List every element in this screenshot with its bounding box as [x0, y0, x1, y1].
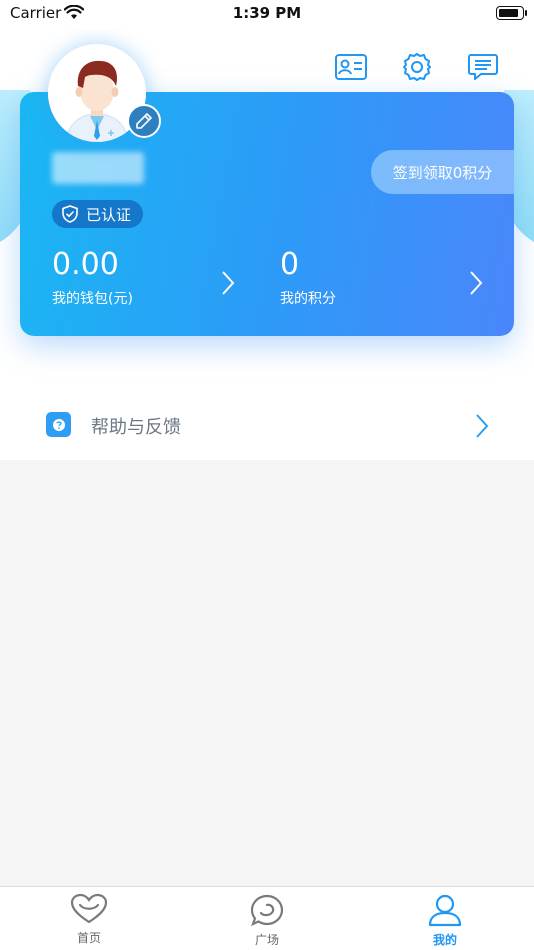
settings-button[interactable] — [400, 50, 434, 84]
settings-gear-icon — [403, 53, 431, 81]
verified-label: 已认证 — [86, 205, 132, 224]
wallet-stat[interactable]: 0.00 我的钱包(元) — [52, 250, 133, 308]
header-actions — [334, 50, 500, 84]
message-icon — [468, 54, 498, 80]
help-feedback-label: 帮助与反馈 — [91, 417, 181, 438]
bottom-tab-bar: 首页 广场 我的 — [0, 886, 534, 950]
tab-square[interactable]: 广场 — [178, 887, 356, 950]
wallet-value: 0.00 — [52, 247, 119, 282]
id-card-icon — [335, 54, 367, 80]
chevron-right-icon — [470, 271, 483, 295]
chevron-right-icon — [222, 271, 235, 295]
mine-screen: Carrier 1:39 PM 已认证 签到领取0积分 0.00 我的钱包(元)… — [0, 0, 534, 950]
tab-home[interactable]: 首页 — [0, 887, 178, 950]
messages-button[interactable] — [466, 50, 500, 84]
heart-icon — [70, 893, 108, 924]
tab-home-label: 首页 — [76, 931, 101, 945]
points-stat[interactable]: 0 我的积分 — [280, 250, 336, 308]
user-name-redacted — [52, 152, 144, 184]
user-icon — [428, 894, 462, 927]
battery-level — [499, 9, 518, 17]
shield-check-icon — [62, 205, 78, 223]
status-bar: Carrier 1:39 PM — [0, 0, 534, 30]
battery-icon — [496, 6, 527, 20]
clock: 1:39 PM — [232, 4, 302, 22]
id-card-button[interactable] — [334, 50, 368, 84]
help-question-icon — [46, 412, 71, 437]
pencil-icon — [136, 113, 152, 129]
help-feedback-row[interactable]: 帮助与反馈 — [0, 392, 534, 458]
chat-bubble-icon — [250, 894, 284, 927]
question-mark-icon — [52, 418, 65, 431]
tab-square-label: 广场 — [254, 933, 279, 947]
verified-badge: 已认证 — [52, 200, 144, 228]
points-label: 我的积分 — [280, 291, 336, 307]
tab-mine[interactable]: 我的 — [356, 887, 534, 950]
points-value: 0 — [280, 247, 300, 282]
wallet-label: 我的钱包(元) — [52, 291, 133, 307]
chevron-right-icon — [476, 414, 489, 438]
checkin-button[interactable]: 签到领取0积分 — [371, 150, 514, 194]
edit-profile-button[interactable] — [127, 104, 161, 138]
tab-mine-label: 我的 — [432, 933, 457, 947]
